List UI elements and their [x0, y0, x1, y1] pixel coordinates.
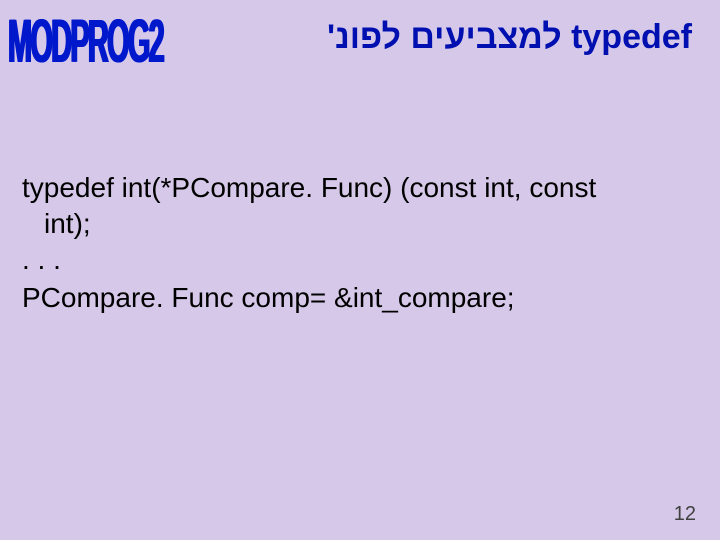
code-line-3: . . .	[22, 244, 690, 276]
course-logo: MODPROG2	[8, 8, 163, 78]
code-block: typedef int(*PCompare. Func) (const int,…	[20, 172, 690, 314]
slide-title: typedef למצביעים לפונ'	[327, 18, 692, 57]
code-line-4: PCompare. Func comp= &int_compare;	[22, 282, 690, 314]
page-number: 12	[674, 503, 696, 526]
code-line-2: int);	[44, 208, 690, 240]
code-line-1: typedef int(*PCompare. Func) (const int,…	[22, 172, 690, 204]
